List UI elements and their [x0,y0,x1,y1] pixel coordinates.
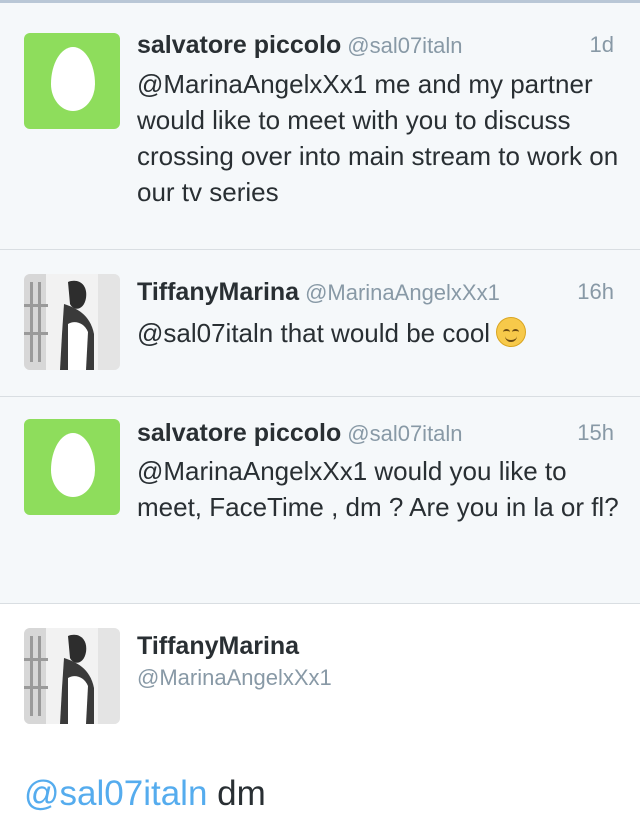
main-tweet: TiffanyMarina @MarinaAngelxXx1 @sal07ita… [0,604,640,831]
avatar-egg-icon[interactable] [24,419,120,515]
user-handle[interactable]: @sal07italn [347,33,462,58]
tweet-text: @MarinaAngelxXx1 would you like to meet,… [137,456,619,522]
tweet-item[interactable]: TiffanyMarina @MarinaAngelxXx1 16h @sal07… [0,250,640,397]
user-name[interactable]: TiffanyMarina [137,630,299,662]
user-handle[interactable]: @MarinaAngelxXx1 [305,280,500,305]
main-tweet-text: @sal07italn dm [24,774,266,814]
user-name[interactable]: salvatore piccolo [137,31,341,59]
mention-link[interactable]: @sal07italn [24,774,207,813]
tweet-time: 16h [577,279,614,304]
tweet-item[interactable]: salvatore piccolo @sal07italn 1d @MarinaA… [0,3,640,250]
user-handle[interactable]: @sal07italn [347,421,462,446]
avatar-photo[interactable] [24,274,120,370]
profile-photo-image [24,274,120,370]
egg-icon [51,47,95,111]
main-tweet-body: dm [207,774,266,813]
relieved-face-emoji-icon [496,317,527,347]
user-name[interactable]: TiffanyMarina [137,278,299,306]
tweet-text: @MarinaAngelxXx1 me and my partner would… [137,69,619,207]
avatar-egg-icon[interactable] [24,33,120,129]
user-handle[interactable]: @MarinaAngelxXx1 [137,664,332,692]
tweet-time: 1d [589,32,614,57]
tweet-time: 15h [577,420,614,445]
user-name[interactable]: salvatore piccolo [137,419,341,447]
tweet-text: @sal07italn that would be cool [137,318,491,348]
tweet-header: salvatore piccolo @sal07italn 1d [137,29,616,61]
egg-icon [51,433,95,497]
tweet-header: TiffanyMarina @MarinaAngelxXx1 16h [137,276,616,308]
tweet-item[interactable]: salvatore piccolo @sal07italn 15h @Marina… [0,397,640,604]
profile-photo-image [24,628,120,724]
avatar-photo[interactable] [24,628,120,724]
tweet-text-wrap: @sal07italn that would be cool [137,315,622,351]
tweet-header: salvatore piccolo @sal07italn 15h [137,417,616,449]
